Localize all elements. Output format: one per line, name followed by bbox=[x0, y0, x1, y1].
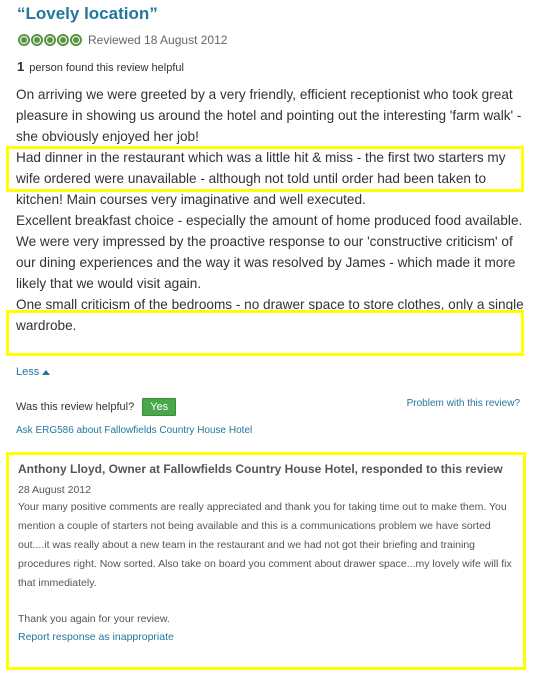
helpful-count-text: person found this review helpful bbox=[29, 62, 184, 74]
rating-bubble-icon bbox=[18, 34, 30, 46]
less-label: Less bbox=[16, 366, 40, 378]
review-paragraph: On arriving we were greeted by a very fr… bbox=[16, 87, 522, 144]
response-body: Your many positive comments are really a… bbox=[18, 498, 515, 593]
response-date: 28 August 2012 bbox=[18, 484, 91, 496]
rating-bubble-icon bbox=[57, 34, 69, 46]
review-paragraph: Excellent breakfast choice - especially … bbox=[16, 213, 523, 228]
review-date: Reviewed 18 August 2012 bbox=[88, 33, 228, 47]
response-thanks: Thank you again for your review. bbox=[18, 613, 170, 625]
rating-bubbles bbox=[18, 34, 82, 46]
helpful-question: Was this review helpful? bbox=[16, 401, 135, 413]
helpful-count-number: 1 bbox=[17, 59, 25, 74]
review-paragraph: We were very impressed by the proactive … bbox=[16, 234, 516, 291]
ask-reviewer-link[interactable]: Ask ERG586 about Fallowfields Country Ho… bbox=[16, 425, 252, 436]
yes-button[interactable]: Yes bbox=[142, 398, 177, 416]
helpful-count: 1 person found this review helpful bbox=[17, 59, 184, 74]
less-toggle[interactable]: Less bbox=[16, 366, 51, 378]
management-response: Anthony Lloyd, Owner at Fallowfields Cou… bbox=[6, 452, 526, 670]
highlight-box-bedrooms bbox=[6, 310, 524, 356]
report-response-link[interactable]: Report response as inappropriate bbox=[18, 631, 515, 643]
highlight-box-dinner bbox=[6, 146, 524, 192]
rating-bubble-icon bbox=[44, 34, 56, 46]
problem-link[interactable]: Problem with this review? bbox=[407, 398, 520, 409]
response-paragraph: Your many positive comments are really a… bbox=[18, 501, 512, 589]
review-body: On arriving we were greeted by a very fr… bbox=[16, 84, 524, 336]
response-header: Anthony Lloyd, Owner at Fallowfields Cou… bbox=[18, 462, 503, 476]
review-title[interactable]: “Lovely location” bbox=[17, 4, 158, 24]
rating-bubble-icon bbox=[70, 34, 82, 46]
caret-up-icon bbox=[42, 369, 51, 375]
rating-bubble-icon bbox=[31, 34, 43, 46]
rating-row: Reviewed 18 August 2012 bbox=[18, 33, 227, 47]
helpful-question-row: Was this review helpful? Yes bbox=[16, 398, 177, 416]
